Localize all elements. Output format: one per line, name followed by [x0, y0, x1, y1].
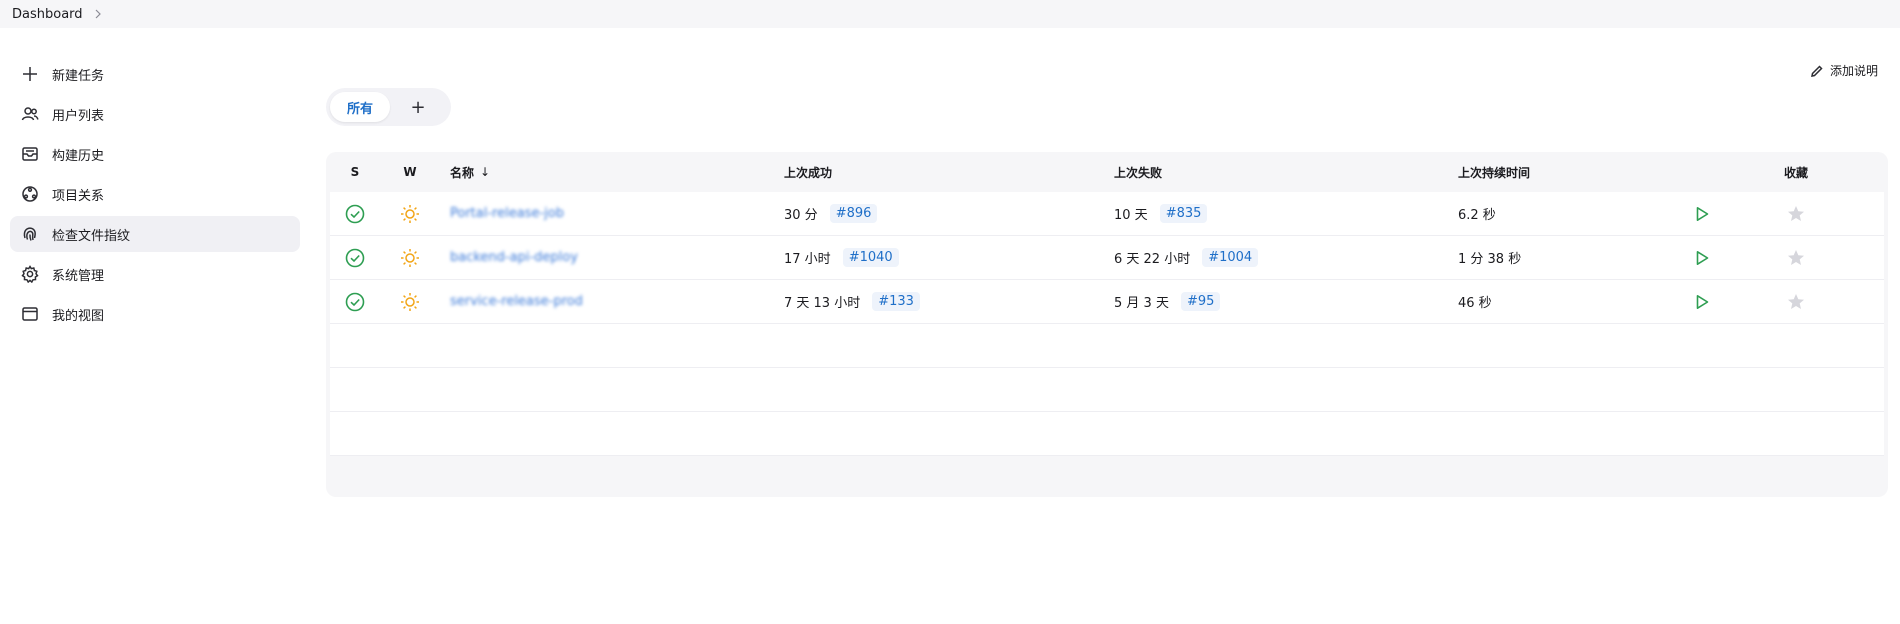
column-header-status[interactable]: S: [330, 165, 380, 179]
sidebar-item-label: 新建任务: [52, 68, 105, 84]
play-icon: [1696, 250, 1709, 265]
sidebar-item-label: 用户列表: [52, 108, 105, 124]
job-name-link[interactable]: service-release-prod: [450, 294, 583, 309]
sidebar-item-fingerprint[interactable]: 检查文件指纹: [10, 216, 300, 252]
last-duration: 6.2 秒: [1458, 208, 1496, 223]
breadcrumb-dashboard[interactable]: Dashboard: [12, 7, 83, 22]
sun-icon: [380, 203, 440, 225]
relations-icon: [20, 184, 40, 204]
sidebar-item-new-job[interactable]: 新建任务: [10, 56, 300, 92]
last-failure-build-link[interactable]: #95: [1180, 292, 1221, 311]
run-build-button[interactable]: [1668, 206, 1736, 222]
sun-icon: [380, 247, 440, 269]
job-name-link[interactable]: Portal-release-job: [450, 206, 564, 221]
breadcrumb: Dashboard: [0, 0, 1900, 28]
last-failure-build-link[interactable]: #1004: [1202, 248, 1259, 267]
users-icon: [20, 104, 40, 124]
gear-icon: [20, 264, 40, 284]
column-header-favorite[interactable]: 收藏: [1736, 164, 1856, 181]
column-header-name-label: 名称: [450, 165, 475, 180]
column-header-weather[interactable]: W: [380, 165, 440, 179]
sun-icon: [380, 291, 440, 313]
sidebar-item-label: 检查文件指纹: [52, 228, 131, 244]
last-success-build-link[interactable]: #896: [829, 204, 878, 223]
favorite-button[interactable]: [1736, 204, 1856, 224]
success-check-icon: [330, 248, 380, 268]
tab-all[interactable]: 所有: [330, 92, 390, 122]
favorite-button[interactable]: [1736, 292, 1856, 312]
star-icon: [1788, 205, 1804, 221]
add-view-button[interactable]: +: [390, 92, 446, 122]
add-description-button[interactable]: 添加说明: [1810, 62, 1878, 79]
favorite-button[interactable]: [1736, 248, 1856, 268]
play-icon: [1696, 294, 1709, 309]
sidebar-item-system[interactable]: 系统管理: [10, 256, 300, 292]
success-check-icon: [330, 204, 380, 224]
last-success-time: 30 分: [784, 208, 818, 223]
history-icon: [20, 144, 40, 164]
star-icon: [1788, 293, 1804, 309]
add-description-label: 添加说明: [1829, 64, 1878, 78]
pencil-icon: [1811, 64, 1823, 77]
star-icon: [1788, 249, 1804, 265]
column-header-name[interactable]: 名称 ↓: [440, 164, 784, 181]
table-row-placeholder: [330, 324, 1884, 368]
last-success-time: 17 小时: [784, 252, 831, 267]
jobs-table: S W 名称 ↓ 上次成功 上次失败 上次持续时间 收藏 Portal-rele…: [326, 152, 1888, 497]
success-check-icon: [330, 292, 380, 312]
table-row-placeholder: [330, 368, 1884, 412]
last-failure-time: 5 月 3 天: [1114, 296, 1169, 311]
sidebar-item-label: 系统管理: [52, 268, 105, 284]
table-row: Portal-release-job 30 分 #896 10 天 #835 6…: [330, 192, 1884, 236]
last-failure-build-link[interactable]: #835: [1159, 204, 1208, 223]
column-header-last-duration[interactable]: 上次持续时间: [1458, 164, 1668, 181]
plus-icon: [20, 64, 40, 84]
chevron-right-icon[interactable]: [93, 9, 103, 19]
last-success-time: 7 天 13 小时: [784, 296, 861, 311]
sidebar-item-users[interactable]: 用户列表: [10, 96, 300, 132]
last-duration: 46 秒: [1458, 296, 1492, 311]
sidebar-item-my-views[interactable]: 我的视图: [10, 296, 300, 332]
sort-down-icon: ↓: [480, 165, 491, 179]
sidebar-item-build-history[interactable]: 构建历史: [10, 136, 300, 172]
job-name-link[interactable]: backend-api-deploy: [450, 250, 578, 265]
view-tabs: 所有 +: [326, 88, 451, 126]
table-row: service-release-prod 7 天 13 小时 #133 5 月 …: [330, 280, 1884, 324]
last-duration: 1 分 38 秒: [1458, 252, 1522, 267]
play-icon: [1696, 206, 1709, 221]
last-success-build-link[interactable]: #133: [872, 292, 920, 311]
sidebar-item-label: 构建历史: [52, 148, 105, 164]
table-header: S W 名称 ↓ 上次成功 上次失败 上次持续时间 收藏: [330, 152, 1884, 192]
table-row: backend-api-deploy 17 小时 #1040 6 天 22 小时…: [330, 236, 1884, 280]
window-icon: [20, 304, 40, 324]
last-failure-time: 6 天 22 小时: [1114, 252, 1191, 267]
run-build-button[interactable]: [1668, 250, 1736, 266]
table-row-placeholder: [330, 412, 1884, 456]
last-success-build-link[interactable]: #1040: [842, 248, 899, 267]
fingerprint-icon: [20, 224, 40, 244]
column-header-last-success[interactable]: 上次成功: [784, 164, 1114, 181]
column-header-last-failure[interactable]: 上次失败: [1114, 164, 1458, 181]
last-failure-time: 10 天: [1114, 208, 1148, 223]
sidebar-item-label: 项目关系: [52, 188, 105, 204]
sidebar-item-relations[interactable]: 项目关系: [10, 176, 300, 212]
run-build-button[interactable]: [1668, 294, 1736, 310]
sidebar: 新建任务 用户列表 构建历史 项目关系 检查文件指纹 系统管理 我的视图: [10, 56, 300, 336]
sidebar-item-label: 我的视图: [52, 308, 105, 324]
